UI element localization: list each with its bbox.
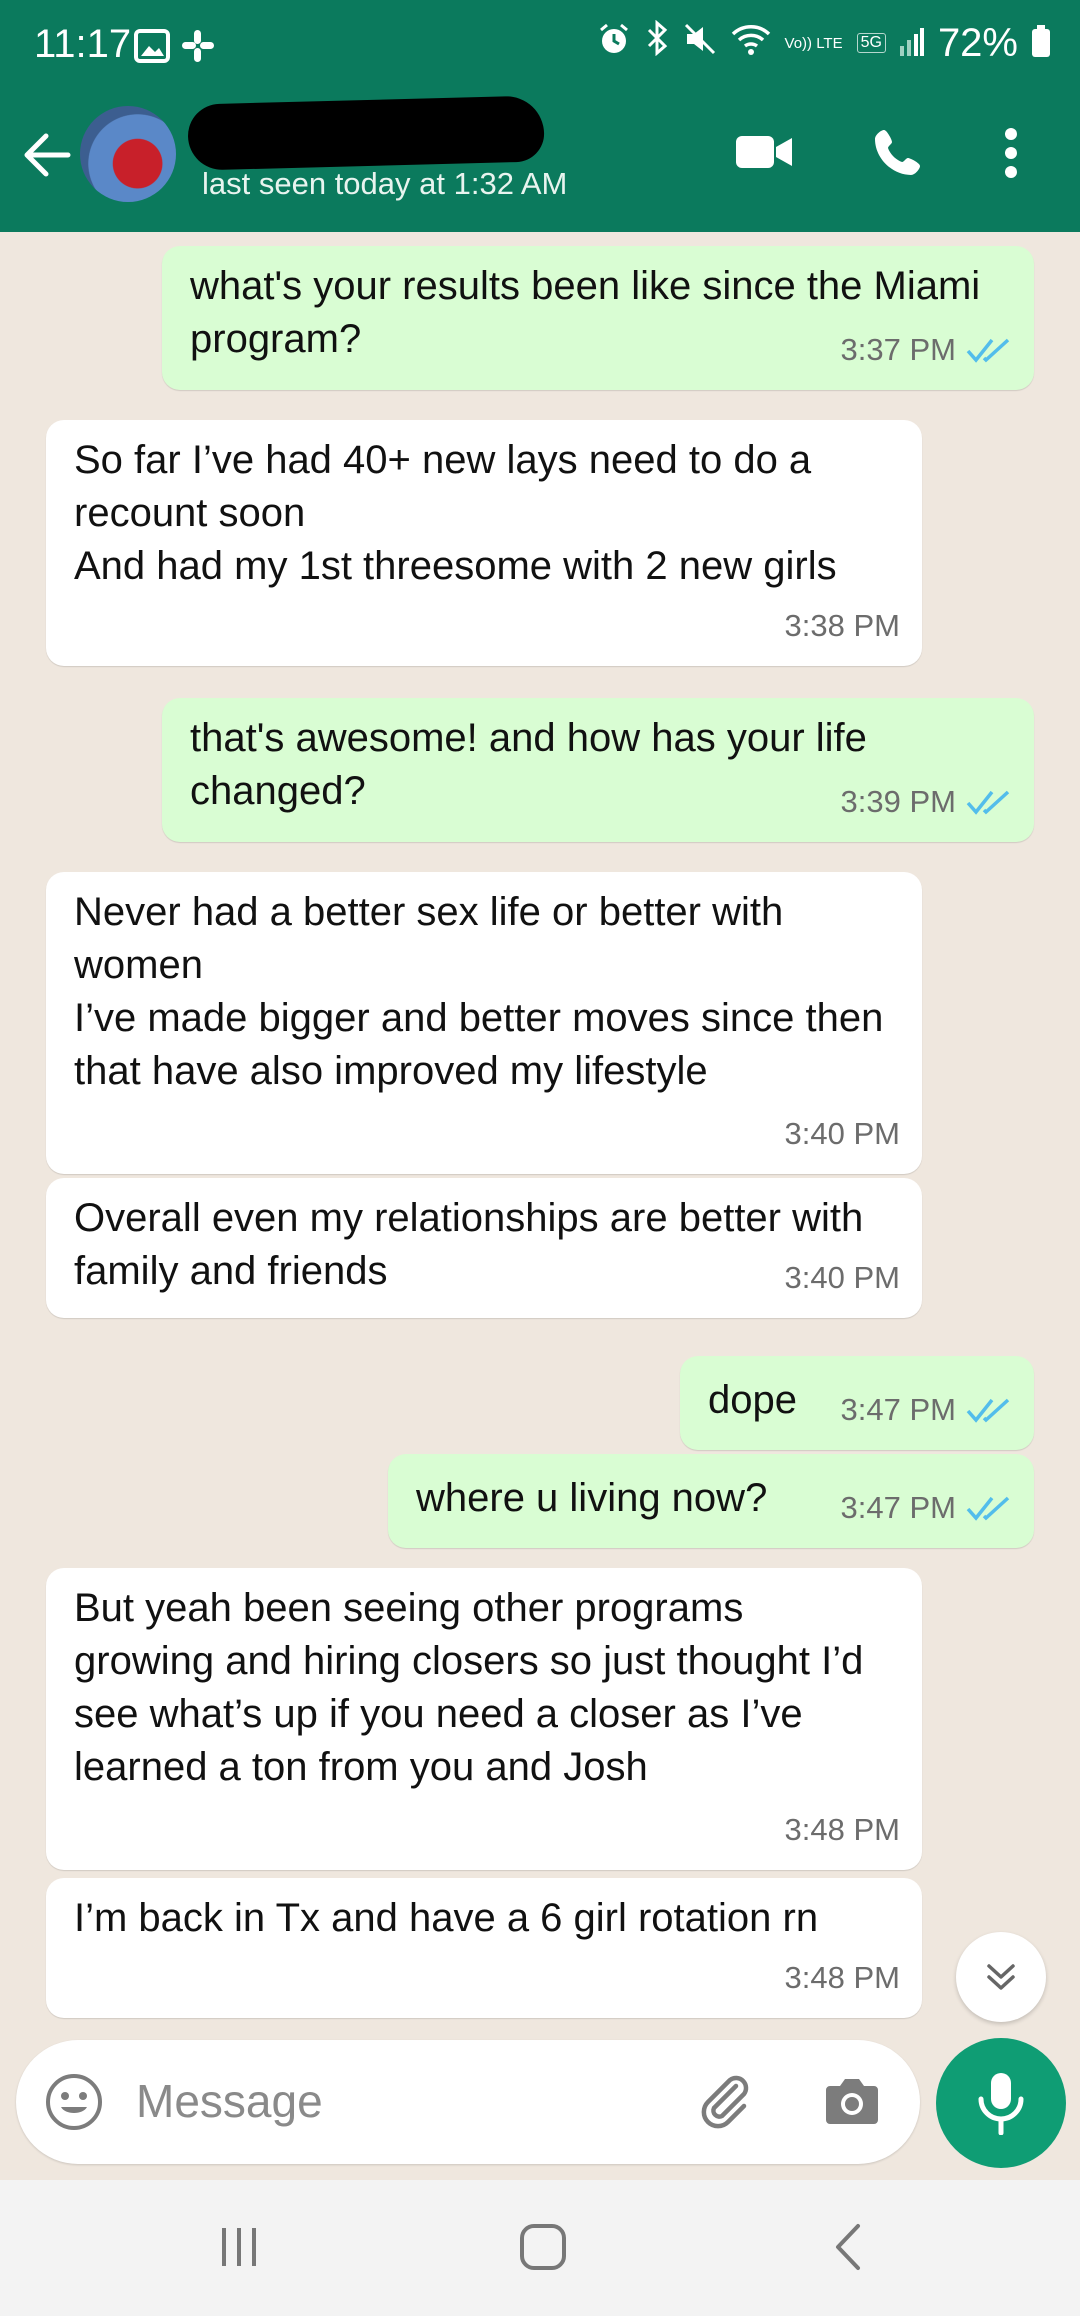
message-meta: 3:47 PM — [841, 1383, 1012, 1436]
message-text: So far I’ve had 40+ new lays need to do … — [74, 438, 837, 588]
scroll-down-icon — [987, 1964, 1015, 1990]
message-incoming[interactable]: Overall even my relationships are better… — [46, 1178, 922, 1318]
message-time: 3:40 PM — [784, 1116, 900, 1151]
message-time: 3:37 PM — [840, 332, 956, 367]
message-meta: 3:39 PM — [841, 775, 1012, 828]
scroll-down-button[interactable] — [956, 1932, 1046, 2022]
battery-icon — [1032, 25, 1050, 57]
slack-icon — [180, 28, 216, 69]
message-time: 3:38 PM — [784, 608, 900, 643]
message-outgoing[interactable]: dope 3:47 PM — [680, 1356, 1034, 1450]
message-text: But yeah been seeing other programs grow… — [74, 1586, 864, 1789]
message-outgoing[interactable]: where u living now? 3:47 PM — [388, 1454, 1034, 1548]
message-input[interactable]: Message — [136, 2074, 323, 2128]
bluetooth-icon — [645, 19, 669, 66]
double-check-icon — [966, 1398, 1010, 1423]
status-bar: 11:17 Vo)) LTE 5G 72% — [0, 0, 1080, 96]
message-composer[interactable]: Message — [16, 2040, 920, 2164]
message-time: 3:48 PM — [784, 1812, 900, 1847]
nav-back-icon[interactable] — [824, 2222, 874, 2277]
message-meta: 3:47 PM — [841, 1481, 1012, 1534]
message-meta: 3:48 PM — [785, 1951, 900, 2004]
status-right: Vo)) LTE 5G 72% — [597, 19, 1050, 66]
wifi-icon — [731, 21, 771, 66]
system-navigation-bar — [0, 2180, 1080, 2316]
back-arrow-icon[interactable] — [22, 132, 72, 183]
recent-apps-icon[interactable] — [214, 2222, 264, 2277]
message-time: 3:39 PM — [840, 784, 956, 819]
home-icon[interactable] — [518, 2222, 568, 2277]
chat-messages[interactable]: what's your results been like since the … — [0, 232, 1080, 2040]
attach-icon[interactable] — [696, 2072, 756, 2137]
message-time: 3:48 PM — [784, 1960, 900, 1995]
lte-indicator: Vo)) LTE — [784, 34, 843, 52]
message-incoming[interactable]: Never had a better sex life or better wi… — [46, 872, 922, 1174]
double-check-icon — [966, 1496, 1010, 1521]
message-meta: 3:38 PM — [785, 599, 900, 652]
mic-icon — [978, 2073, 1024, 2135]
message-incoming[interactable]: But yeah been seeing other programs grow… — [46, 1568, 922, 1870]
message-meta: 3:40 PM — [785, 1107, 900, 1160]
message-text: I’m back in Tx and have a 6 girl rotatio… — [74, 1896, 819, 1940]
gallery-icon — [134, 28, 170, 69]
more-options-icon[interactable] — [1004, 128, 1018, 183]
message-time: 3:47 PM — [840, 1392, 956, 1427]
last-seen-status: last seen today at 1:32 AM — [202, 166, 568, 201]
message-meta: 3:48 PM — [785, 1803, 900, 1856]
message-meta: 3:40 PM — [785, 1251, 900, 1304]
avatar[interactable] — [80, 106, 176, 202]
video-call-icon[interactable] — [734, 132, 794, 177]
double-check-icon — [966, 790, 1010, 815]
status-time: 11:17 — [34, 22, 132, 66]
mic-button[interactable] — [936, 2038, 1066, 2168]
voice-call-icon[interactable] — [872, 126, 924, 183]
contact-name-redacted[interactable] — [187, 95, 545, 171]
message-outgoing[interactable]: that's awesome! and how has your life ch… — [162, 698, 1034, 842]
mute-icon — [683, 21, 717, 66]
signal-icon — [899, 21, 924, 66]
emoji-icon[interactable] — [44, 2072, 104, 2137]
message-incoming[interactable]: So far I’ve had 40+ new lays need to do … — [46, 420, 922, 666]
message-time: 3:40 PM — [784, 1260, 900, 1295]
camera-icon[interactable] — [822, 2076, 882, 2133]
battery-level: 72% — [937, 20, 1018, 65]
chat-header: last seen today at 1:32 AM — [0, 95, 1080, 232]
message-meta: 3:37 PM — [841, 323, 1012, 376]
message-text: Overall even my relationships are better… — [74, 1196, 864, 1293]
double-check-icon — [966, 338, 1010, 363]
alarm-icon — [597, 21, 631, 66]
message-outgoing[interactable]: what's your results been like since the … — [162, 246, 1034, 390]
network-type: 5G — [856, 33, 886, 53]
message-text: Never had a better sex life or better wi… — [74, 890, 884, 1093]
top-bar: 11:17 Vo)) LTE 5G 72% last seen today at… — [0, 0, 1080, 232]
message-incoming[interactable]: I’m back in Tx and have a 6 girl rotatio… — [46, 1878, 922, 2018]
message-time: 3:47 PM — [840, 1490, 956, 1525]
